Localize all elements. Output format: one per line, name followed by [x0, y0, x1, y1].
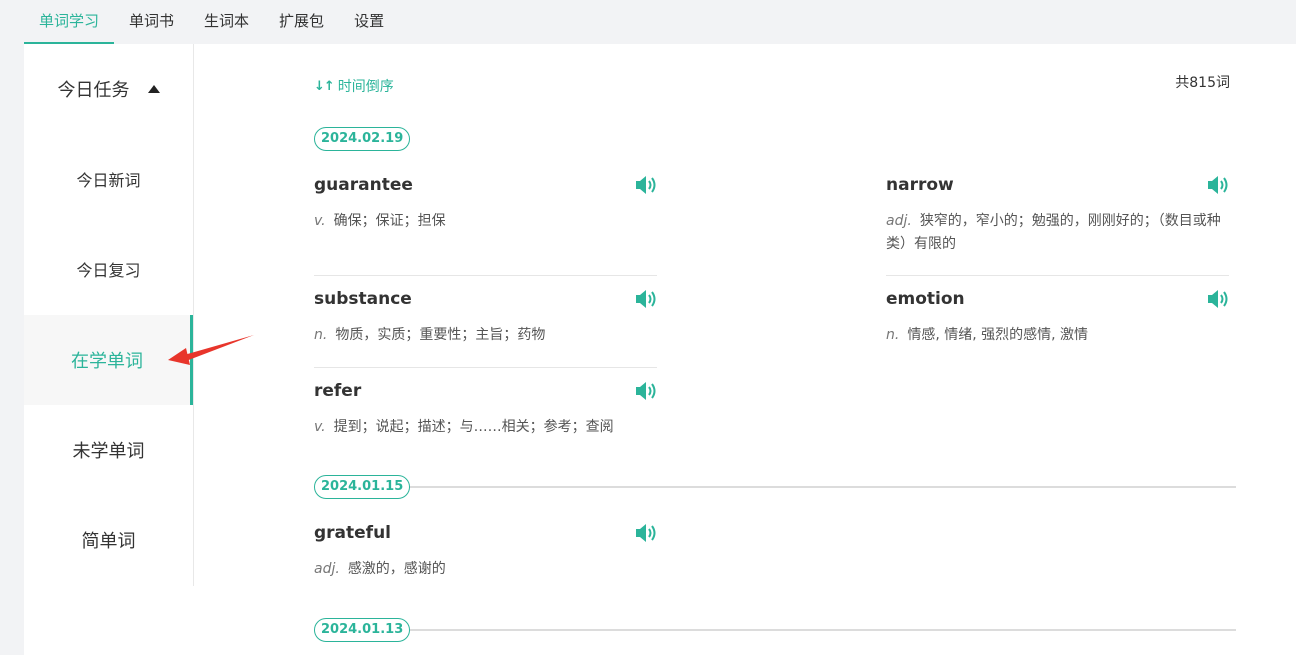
tab-extensions[interactable]: 扩展包: [264, 0, 339, 44]
word-card[interactable]: emotion n. 情感, 情绪, 强烈的感情, 激情: [886, 286, 1229, 347]
divider: [886, 275, 1229, 276]
sidebar-item-today-task[interactable]: 今日任务: [24, 44, 193, 134]
word-title: substance: [314, 289, 412, 309]
tab-settings[interactable]: 设置: [339, 0, 399, 44]
word-title: emotion: [886, 289, 965, 309]
date-group-header: 2024.01.13: [314, 617, 1236, 643]
sidebar-item-label: 今日任务: [57, 80, 130, 101]
top-nav: 单词学习 单词书 生词本 扩展包 设置: [24, 0, 399, 44]
sort-icon: ↓↑: [314, 78, 335, 94]
date-badge: 2024.02.19: [314, 127, 411, 151]
sidebar-item-today-new[interactable]: 今日新词: [24, 134, 193, 224]
word-title: refer: [314, 381, 362, 401]
word-title: narrow: [886, 175, 954, 195]
word-pos: adj.: [314, 561, 340, 577]
word-pos: v.: [314, 419, 326, 435]
divider: [314, 367, 657, 368]
caret-up-icon: [147, 85, 160, 93]
word-title: grateful: [314, 523, 392, 543]
word-definition: 狭窄的，窄小的；勉强的，刚刚好的；（数目或种类）有限的: [886, 213, 1221, 252]
word-meaning: v. 提到；说起；描述；与……相关；参考；查阅: [314, 416, 657, 439]
word-meaning: adj. 狭窄的，窄小的；勉强的，刚刚好的；（数目或种类）有限的: [886, 210, 1229, 256]
sidebar-item-label: 简单词: [81, 531, 136, 552]
sort-toggle[interactable]: ↓↑ 时间倒序: [314, 76, 394, 96]
word-meaning: v. 确保；保证；担保: [314, 210, 657, 233]
sidebar-item-label: 今日复习: [76, 261, 141, 280]
word-card[interactable]: guarantee v. 确保；保证；担保: [314, 172, 657, 233]
word-definition: 情感, 情绪, 强烈的感情, 激情: [907, 327, 1089, 343]
tab-word-book[interactable]: 单词书: [114, 0, 189, 44]
sidebar-item-label: 今日新词: [76, 171, 141, 190]
word-definition: 提到；说起；描述；与……相关；参考；查阅: [333, 419, 614, 435]
red-arrow-icon: [168, 335, 254, 365]
sort-label: 时间倒序: [337, 79, 394, 95]
tab-new-words[interactable]: 生词本: [189, 0, 264, 44]
speaker-icon[interactable]: [1207, 289, 1229, 309]
main-panel: 今日任务 今日新词 今日复习 在学单词 未学单词 简单词 ↓↑ 时间倒序 共81…: [24, 44, 1296, 655]
word-definition: 物质，实质；重要性；主旨；药物: [335, 327, 546, 343]
sidebar-item-simple[interactable]: 简单词: [24, 495, 193, 585]
word-card[interactable]: narrow adj. 狭窄的，窄小的；勉强的，刚刚好的；（数目或种类）有限的: [886, 172, 1229, 256]
sidebar-item-today-review[interactable]: 今日复习: [24, 224, 193, 314]
word-definition: 感激的，感谢的: [347, 561, 446, 577]
tab-word-study[interactable]: 单词学习: [24, 0, 115, 44]
date-badge: 2024.01.15: [314, 475, 411, 499]
word-count: 共815词: [1175, 75, 1230, 91]
speaker-icon[interactable]: [635, 523, 657, 543]
date-group-header: 2024.01.15: [314, 474, 1236, 500]
word-pos: adj.: [886, 213, 912, 229]
speaker-icon[interactable]: [635, 289, 657, 309]
speaker-icon[interactable]: [635, 381, 657, 401]
word-title: guarantee: [314, 175, 413, 195]
divider: [314, 275, 657, 276]
word-pos: n.: [886, 327, 900, 343]
speaker-icon[interactable]: [1207, 175, 1229, 195]
word-card[interactable]: substance n. 物质，实质；重要性；主旨；药物: [314, 286, 657, 347]
word-card[interactable]: refer v. 提到；说起；描述；与……相关；参考；查阅: [314, 378, 657, 439]
sidebar-item-unlearned[interactable]: 未学单词: [24, 405, 193, 495]
sidebar-item-label: 未学单词: [72, 441, 145, 462]
word-meaning: n. 情感, 情绪, 强烈的感情, 激情: [886, 324, 1229, 347]
date-badge: 2024.01.13: [314, 618, 411, 642]
word-pos: n.: [314, 327, 328, 343]
divider: [410, 486, 1236, 488]
word-list: ↓↑ 时间倒序 共815词 2024.02.19 guarantee v. 确保；…: [314, 44, 1236, 655]
word-meaning: n. 物质，实质；重要性；主旨；药物: [314, 324, 657, 347]
sidebar-item-label: 在学单词: [71, 351, 143, 372]
date-group-header: 2024.02.19: [314, 126, 1236, 152]
word-pos: v.: [314, 213, 326, 229]
word-definition: 确保；保证；担保: [333, 213, 446, 229]
word-meaning: adj. 感激的，感谢的: [314, 558, 657, 581]
divider: [410, 629, 1236, 631]
word-card[interactable]: grateful adj. 感激的，感谢的: [314, 520, 657, 581]
speaker-icon[interactable]: [635, 175, 657, 195]
sidebar: 今日任务 今日新词 今日复习 在学单词 未学单词 简单词: [24, 44, 194, 586]
